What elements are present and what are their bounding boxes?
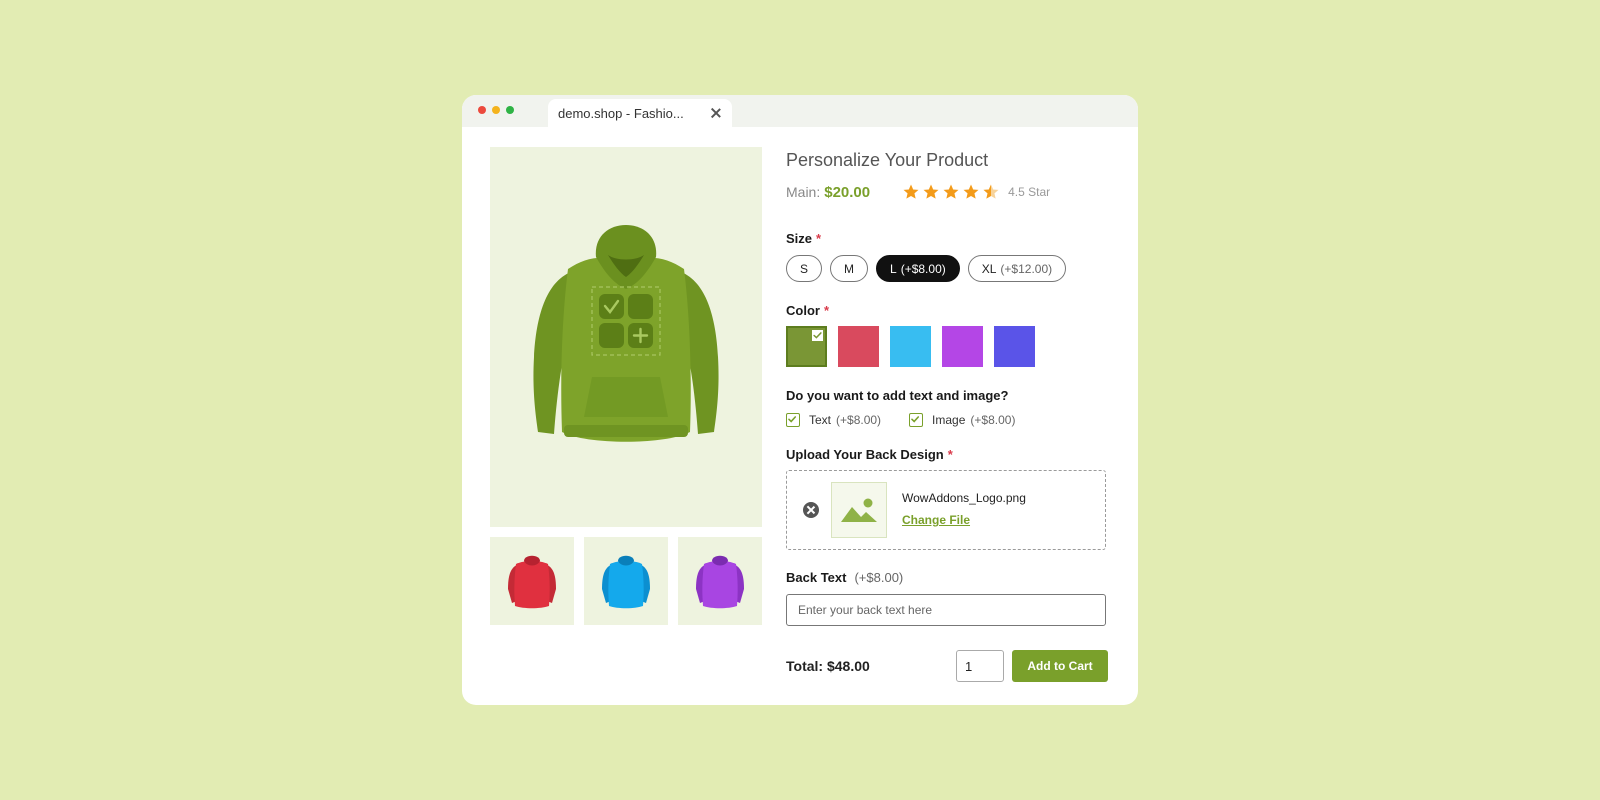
color-swatch-sky-blue[interactable]	[890, 326, 931, 367]
addon-image-option[interactable]: Image (+$8.00)	[909, 413, 1015, 427]
size-section: Size * S M L (+$8.00) XL (+$12.00)	[786, 231, 1108, 282]
upload-dropzone[interactable]: WowAddons_Logo.png Change File	[786, 470, 1106, 550]
color-swatches	[786, 326, 1108, 367]
thumbnail-purple-hoodie[interactable]	[678, 537, 762, 625]
blue-hoodie-icon	[602, 555, 650, 609]
cart-row: Total: $48.00 Add to Cart	[786, 650, 1108, 682]
size-name: S	[800, 261, 809, 276]
star-icon	[923, 184, 939, 199]
color-section: Color *	[786, 303, 1108, 367]
size-name: M	[844, 261, 855, 276]
main-product-image	[490, 147, 762, 527]
color-swatch-purple[interactable]	[942, 326, 983, 367]
remove-file-icon[interactable]	[803, 502, 819, 518]
size-extra-price: (+$8.00)	[900, 261, 946, 276]
add-to-cart-button[interactable]: Add to Cart	[1012, 650, 1108, 682]
price-label: Main:	[786, 184, 821, 200]
close-window-dot[interactable]	[478, 106, 486, 114]
color-required-mark: *	[823, 303, 830, 318]
back-text-section: Back Text (+$8.00)	[786, 570, 1108, 626]
text-checkbox[interactable]	[786, 413, 800, 427]
maximize-window-dot[interactable]	[506, 106, 514, 114]
upload-label-text: Upload Your Back Design	[786, 447, 944, 462]
red-hoodie-icon	[508, 555, 556, 609]
back-text-label-text: Back Text	[786, 570, 847, 585]
hoodie-main-illustration	[533, 225, 719, 442]
star-icon	[943, 184, 959, 199]
rating-text: 4.5 Star	[1008, 185, 1051, 199]
tab-close-icon[interactable]	[710, 107, 722, 119]
back-text-price: (+$8.00)	[854, 570, 904, 585]
addon-text-option[interactable]: Text (+$8.00)	[786, 413, 881, 427]
thumbnail-red-hoodie[interactable]	[490, 537, 574, 625]
upload-label: Upload Your Back Design *	[786, 447, 1108, 462]
color-label-text: Color	[786, 303, 820, 318]
product-title: Personalize Your Product	[786, 150, 989, 170]
back-text-label: Back Text (+$8.00)	[786, 570, 1108, 585]
quantity-input[interactable]	[956, 650, 1004, 682]
color-label: Color *	[786, 303, 1108, 318]
image-checkbox[interactable]	[909, 413, 924, 427]
size-option-s[interactable]: S	[786, 255, 823, 282]
image-placeholder-icon	[841, 498, 877, 522]
price-rating-row: Main: $20.00 4.5 Star	[786, 183, 1108, 201]
title-bar: demo.shop - Fashio...	[462, 95, 1138, 127]
change-file-link[interactable]: Change File	[902, 513, 970, 527]
size-option-m[interactable]: M	[830, 255, 869, 282]
color-swatch-indigo[interactable]	[994, 326, 1035, 367]
star-rating	[902, 183, 1000, 201]
back-text-input[interactable]	[786, 594, 1106, 626]
addon-checkboxes: Text (+$8.00) Image (+$8.00)	[786, 413, 1108, 427]
purple-hoodie-icon	[696, 555, 744, 609]
browser-window: demo.shop - Fashio... Personalize Your P…	[462, 95, 1138, 705]
size-option-xl[interactable]: XL (+$12.00)	[967, 255, 1067, 282]
addon-image-label: Image	[932, 413, 966, 427]
star-icon	[903, 184, 919, 199]
color-swatch-red[interactable]	[838, 326, 879, 367]
half-star-icon	[983, 184, 999, 199]
product-gallery	[490, 147, 762, 625]
addon-image-price: (+$8.00)	[970, 413, 1016, 427]
price-value: $20.00	[824, 183, 871, 201]
upload-required-mark: *	[947, 447, 953, 462]
check-icon	[911, 416, 920, 423]
addon-text-label: Text	[809, 413, 832, 427]
color-swatch-green[interactable]	[786, 326, 827, 367]
uploaded-image-preview	[831, 482, 887, 538]
tab-title: demo.shop - Fashio...	[558, 105, 684, 121]
addons-section: Do you want to add text and image? Text …	[786, 388, 1108, 427]
addon-text-price: (+$8.00)	[836, 413, 882, 427]
thumbnail-strip	[490, 537, 762, 625]
upload-section: Upload Your Back Design * WowAddons_Logo.…	[786, 447, 1108, 550]
check-icon	[812, 330, 823, 341]
browser-tab[interactable]: demo.shop - Fashio...	[548, 99, 732, 127]
size-label: Size *	[786, 231, 1108, 246]
check-icon	[788, 416, 797, 423]
uploaded-file-name: WowAddons_Logo.png	[902, 491, 1026, 505]
total-price: Total: $48.00	[786, 658, 870, 674]
thumbnail-blue-hoodie[interactable]	[584, 537, 668, 625]
size-extra-price: (+$12.00)	[1000, 261, 1053, 276]
addons-question: Do you want to add text and image?	[786, 388, 1009, 403]
star-icon	[963, 184, 979, 199]
minimize-window-dot[interactable]	[492, 106, 500, 114]
size-option-l[interactable]: L (+$8.00)	[876, 255, 960, 282]
size-label-text: Size	[786, 231, 813, 246]
size-name: L	[890, 261, 897, 276]
size-options: S M L (+$8.00) XL (+$12.00)	[786, 255, 1108, 282]
product-options-panel: Personalize Your Product Main: $20.00 4.…	[786, 150, 1108, 682]
size-required-mark: *	[816, 231, 822, 246]
size-name: XL	[981, 261, 997, 276]
